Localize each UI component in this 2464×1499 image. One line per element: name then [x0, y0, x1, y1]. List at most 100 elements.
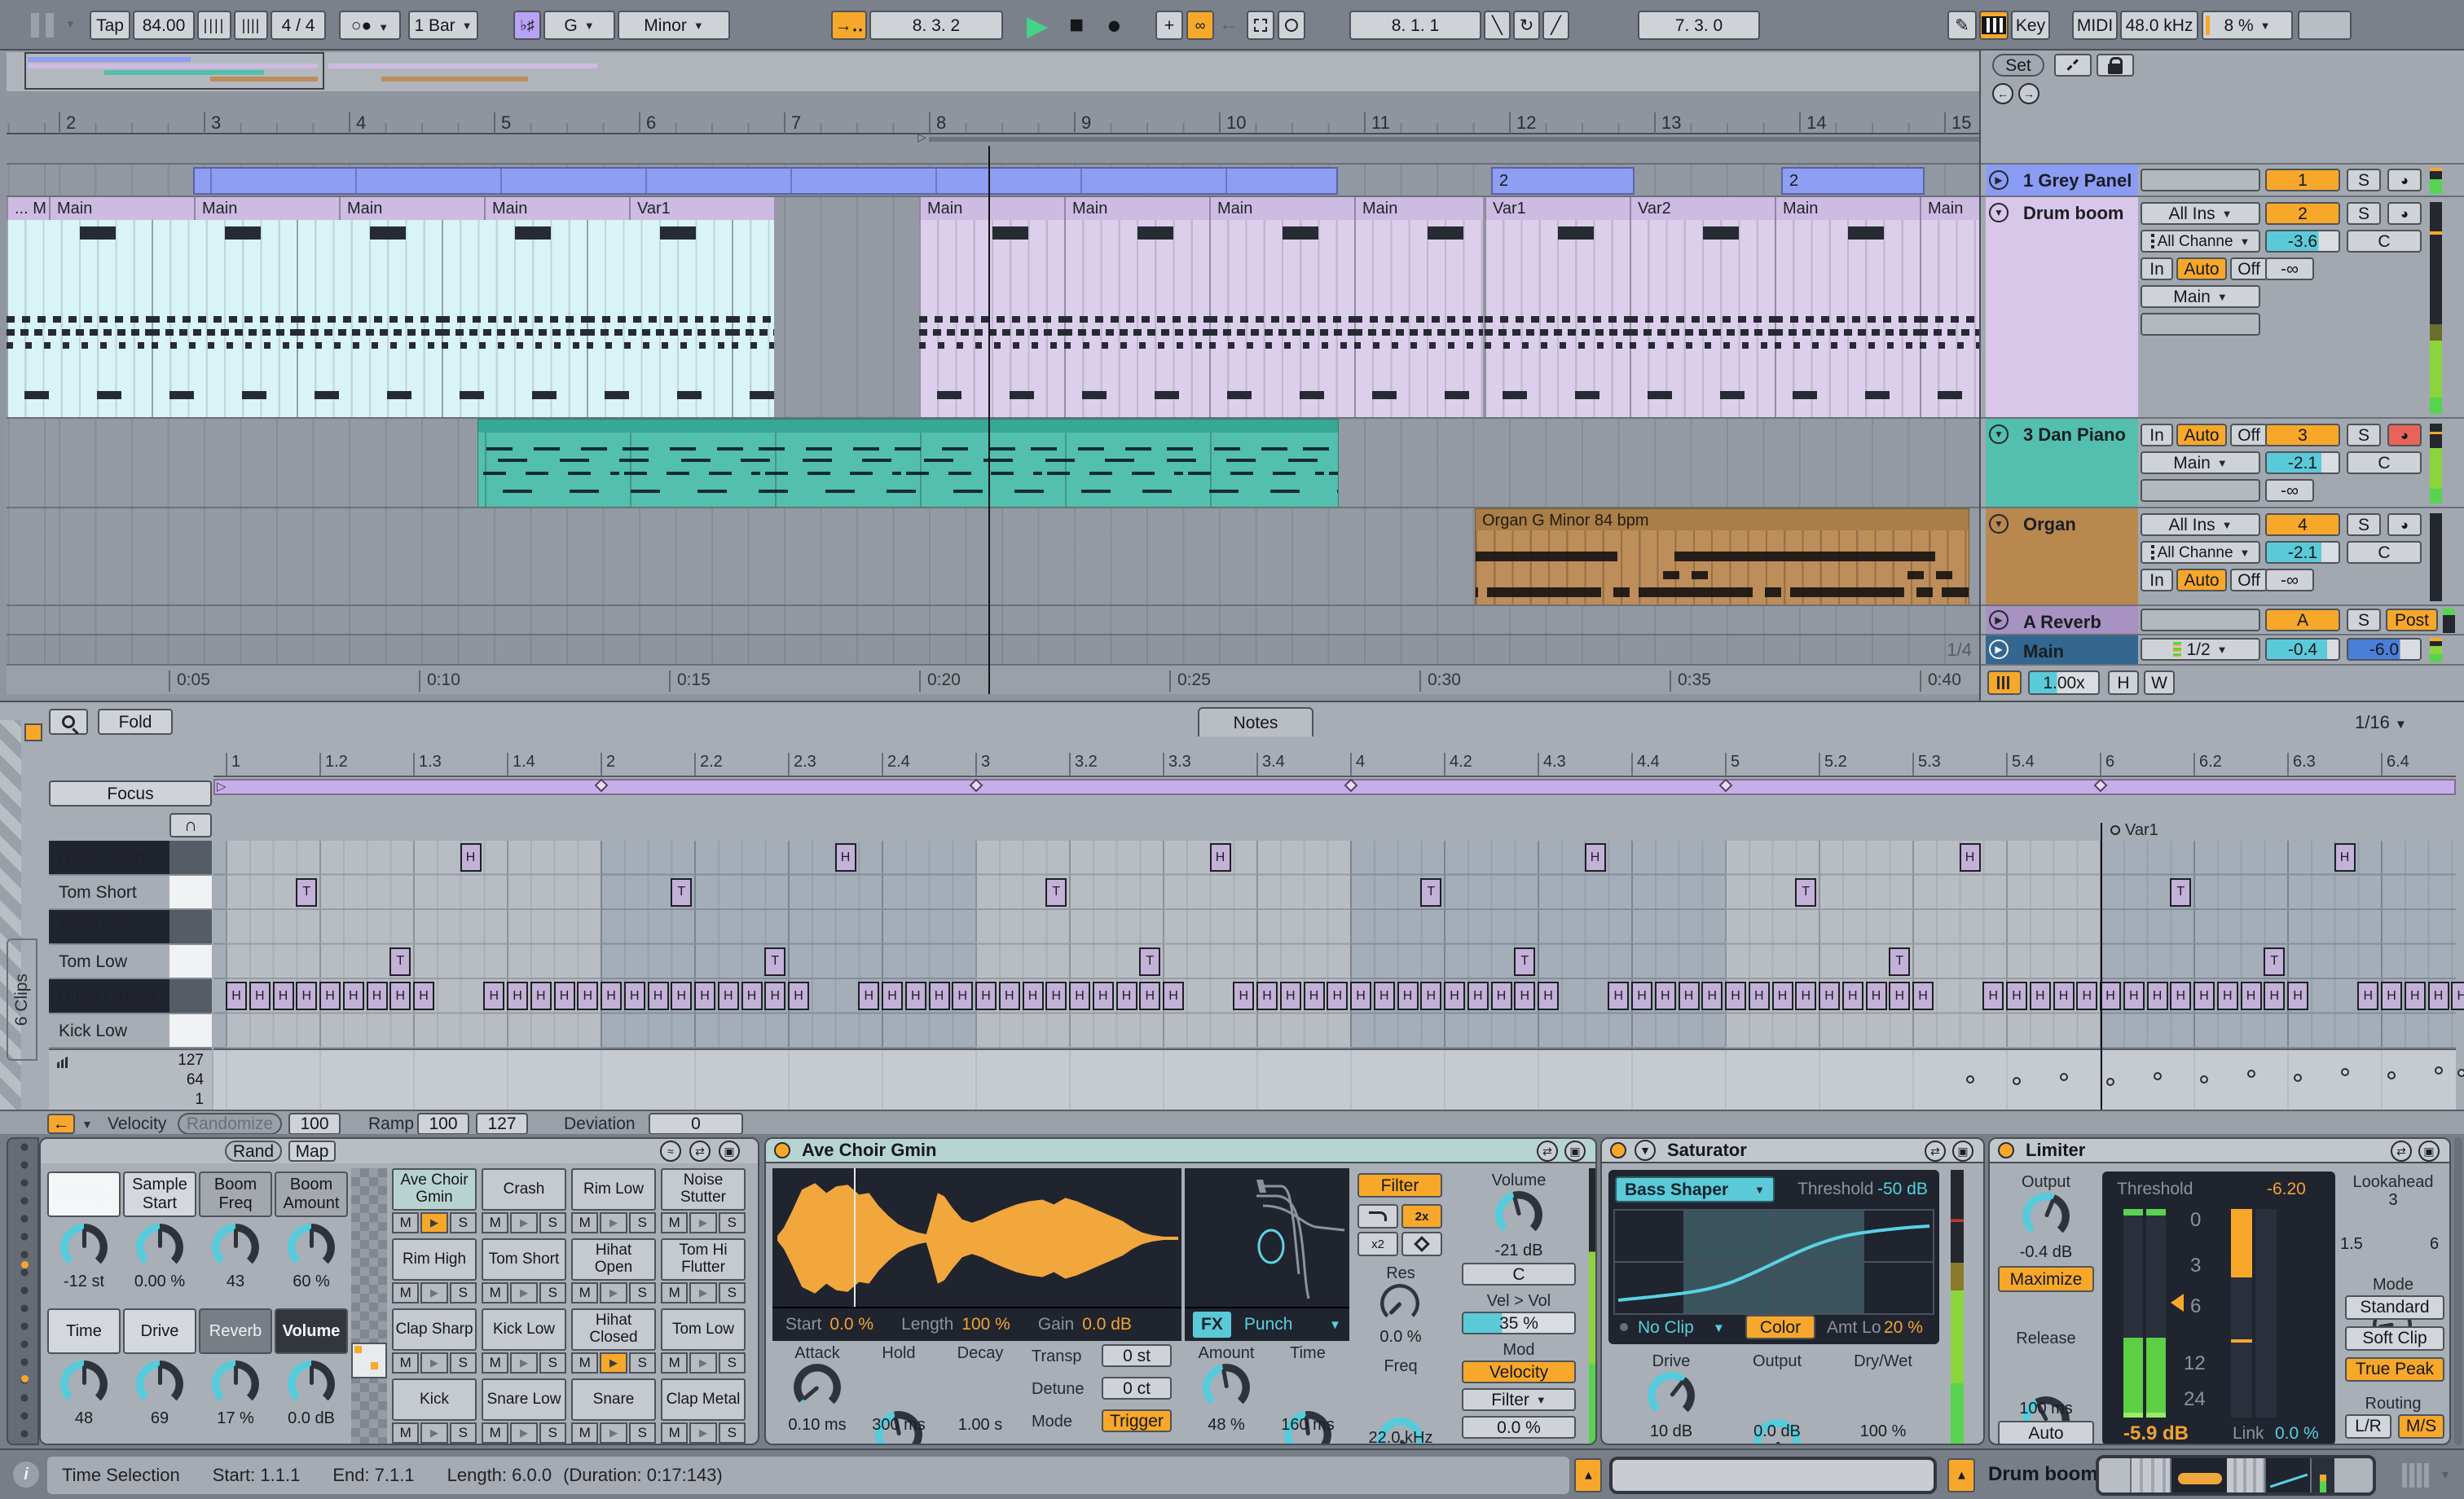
drum-row-key[interactable] — [169, 841, 212, 876]
pad-mute-button[interactable]: M — [571, 1422, 599, 1444]
solo-button[interactable]: S — [2347, 513, 2381, 536]
note-row-tom-low[interactable]: TTTTTT — [213, 945, 2456, 980]
monitor-auto[interactable]: Auto — [2176, 257, 2227, 280]
pad-play-button[interactable] — [420, 1422, 448, 1444]
pad-solo-button[interactable]: S — [628, 1422, 656, 1444]
stop-button[interactable]: ■ — [1069, 11, 1084, 39]
pad-solo-button[interactable]: S — [628, 1282, 656, 1303]
drum-pad[interactable]: Hihat Closed M S — [571, 1308, 656, 1374]
macro-knob[interactable] — [136, 1361, 183, 1408]
device-chain-overview[interactable] — [2096, 1455, 2376, 1496]
pad-mute-button[interactable]: M — [482, 1212, 509, 1233]
midi-note[interactable]: H — [952, 982, 974, 1010]
macro-control[interactable]: Boom Amount 60 % — [275, 1172, 348, 1291]
velocity-marker[interactable] — [2200, 1075, 2208, 1084]
shaper-display[interactable]: Bass Shaper Threshold -50 dB No Clip ▼ C… — [1608, 1170, 1939, 1344]
midi-note[interactable]: H — [2123, 982, 2145, 1010]
clip-label[interactable]: ... M — [7, 197, 49, 220]
macro-control[interactable]: Reverb 17 % — [199, 1308, 272, 1428]
hot-swap-icon[interactable]: ⇄ — [1925, 1141, 1946, 1162]
pad-mute-button[interactable]: M — [571, 1352, 599, 1374]
save-preset-icon[interactable]: ▣ — [2418, 1141, 2440, 1162]
midi-note[interactable]: H — [460, 843, 482, 872]
send-a-display[interactable]: -∞ — [2265, 257, 2314, 280]
pad-mute-button[interactable]: M — [661, 1212, 689, 1233]
drum-pad[interactable]: Rim Low M S — [571, 1168, 656, 1233]
pad-mute-button[interactable]: M — [661, 1282, 689, 1303]
drum-pad-label[interactable]: Noise Stutter — [661, 1168, 746, 1211]
drum-row-name[interactable]: Rim High — [49, 910, 169, 945]
midi-map-mode-button[interactable]: MIDI — [2072, 11, 2118, 40]
midi-note[interactable]: H — [1444, 982, 1465, 1010]
macro-knob[interactable] — [212, 1361, 259, 1408]
pad-solo-button[interactable]: S — [628, 1352, 656, 1374]
midi-note[interactable]: H — [1279, 982, 1301, 1010]
shaper-type-select[interactable]: Bass Shaper — [1615, 1176, 1775, 1202]
next-locator-button[interactable]: → — [2018, 83, 2039, 104]
automation-arm-button[interactable]: + — [1155, 11, 1183, 40]
filter-type-lowpass-icon[interactable] — [1357, 1204, 1398, 1229]
midi-arrangement-overdub-button[interactable]: ∞ — [1186, 11, 1214, 40]
input-type-select[interactable]: All Ins — [2141, 202, 2260, 225]
send-a-display[interactable]: -∞ — [2265, 569, 2314, 591]
device-on-led[interactable] — [774, 1142, 790, 1158]
pad-mute-button[interactable]: M — [571, 1212, 599, 1233]
tab-clips[interactable]: 6 Clips — [7, 939, 37, 1061]
macro-value[interactable]: 60 % — [275, 1273, 348, 1291]
drum-pad-label[interactable]: Hihat Open — [571, 1238, 656, 1281]
pre-post-toggle[interactable]: Post — [2386, 609, 2438, 631]
macro-knob[interactable] — [60, 1361, 108, 1408]
unfold-track-icon[interactable]: ▶ — [1989, 170, 2009, 190]
midi-note[interactable]: H — [601, 982, 622, 1010]
midi-note[interactable]: H — [834, 843, 856, 872]
drum-row-key[interactable] — [169, 979, 212, 1014]
color-toggle[interactable]: Color — [1745, 1315, 1815, 1339]
clip-label[interactable]: Main — [1209, 197, 1354, 220]
map-button[interactable]: Map — [288, 1141, 336, 1162]
input-channel-select[interactable]: All Channe — [2141, 230, 2260, 253]
fit-height-button[interactable]: H — [2108, 670, 2139, 695]
macro-control[interactable]: Drive 69 — [123, 1308, 196, 1428]
filter-type-notch-icon[interactable] — [1401, 1232, 1442, 1256]
midi-note[interactable]: H — [2076, 982, 2098, 1010]
midi-note[interactable]: H — [1608, 982, 1630, 1010]
track-activator[interactable]: 3 — [2265, 424, 2340, 446]
loop-button[interactable] — [1278, 11, 1305, 40]
arm-button[interactable]: ◕ — [2387, 202, 2422, 225]
midi-note[interactable]: H — [366, 982, 388, 1010]
midi-note[interactable]: H — [1467, 982, 1489, 1010]
send-a-display[interactable]: -∞ — [2265, 479, 2314, 502]
window-control-icon[interactable] — [31, 13, 39, 37]
hot-swap-icon[interactable]: ⇄ — [1537, 1141, 1558, 1162]
note-row-rim-high[interactable] — [213, 910, 2456, 945]
midi-note[interactable]: H — [2381, 982, 2402, 1010]
key-map-mode-button[interactable]: Key — [2011, 11, 2050, 40]
arrangement-time-ruler[interactable]: 0:05 0:10 0:15 0:20 0:25 0:30 0:35 0:40 — [7, 664, 1979, 694]
track-header-a-reverb[interactable]: A Reverb ▶ A S Post — [1981, 604, 2464, 634]
loop-start-display[interactable]: 8. 1. 1 — [1349, 11, 1481, 40]
drum-row-name[interactable]: Tom Short — [49, 875, 169, 910]
midi-note[interactable]: H — [2029, 982, 2051, 1010]
drum-pad[interactable]: Noise Stutter M S — [661, 1168, 746, 1233]
midi-note[interactable]: H — [2427, 982, 2449, 1010]
fold-track-icon[interactable]: ▼ — [1989, 424, 2009, 444]
midi-note[interactable]: H — [671, 982, 693, 1010]
drum-pad[interactable]: Tom Low M S — [661, 1308, 746, 1374]
midi-note[interactable]: H — [998, 982, 1020, 1010]
arrangement-beat-ruler[interactable]: 2 3 4 5 6 7 8 9 10 11 12 13 14 15 — [7, 91, 1979, 134]
nudge-down-button[interactable]: |||| — [197, 11, 231, 40]
transp-field[interactable]: 0 st — [1102, 1344, 1172, 1367]
previous-locator-button[interactable]: ← — [1992, 83, 2013, 104]
pad-play-button[interactable] — [600, 1282, 627, 1303]
midi-note[interactable]: T — [1139, 947, 1161, 976]
midi-note[interactable]: H — [272, 982, 294, 1010]
drum-pad[interactable]: Tom Hi Flutter M S — [661, 1238, 746, 1303]
device-limiter[interactable]: Limiter ⇄ ▣ Output -0.4 dB Maximize Rele… — [1988, 1137, 2451, 1445]
pad-mute-button[interactable]: M — [661, 1352, 689, 1374]
midi-note[interactable]: H — [623, 982, 645, 1010]
midi-note[interactable]: H — [1209, 843, 1231, 872]
drum-pad-label[interactable]: Kick — [392, 1378, 477, 1421]
window-control-icon[interactable] — [46, 13, 54, 37]
midi-note[interactable]: H — [2216, 982, 2238, 1010]
drum-pad-label[interactable]: Crash — [482, 1168, 566, 1211]
